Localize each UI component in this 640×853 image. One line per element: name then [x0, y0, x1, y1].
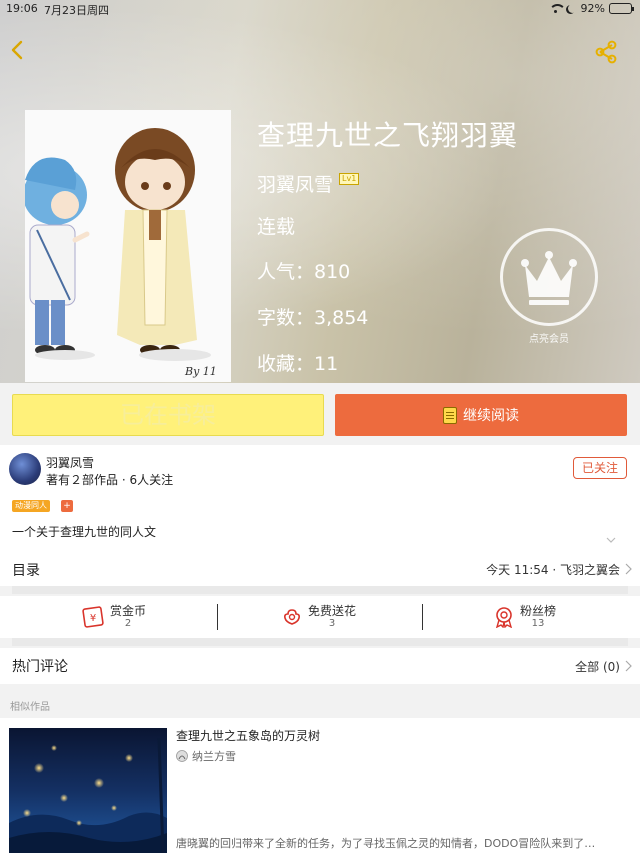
book-icon	[443, 406, 457, 424]
fan-ranking-button[interactable]: 粉丝榜 13	[494, 596, 556, 638]
add-tag-button[interactable]: +	[61, 500, 73, 512]
stat-divider	[217, 604, 218, 630]
book-status: 连载	[257, 216, 296, 238]
moon-icon	[568, 4, 577, 13]
followed-button[interactable]: 已关注	[573, 457, 627, 479]
similar-work-author: 纳兰方雪	[192, 750, 236, 763]
stat-label: 免费送花	[308, 604, 357, 618]
book-favorites: 收藏：11	[257, 353, 339, 375]
book-header: 19:06 7月23日周四 92% By 11 查理九世之飞翔羽翼 羽翼凤雪 L…	[0, 0, 640, 383]
back-button[interactable]	[6, 38, 30, 62]
similar-work-description: 唐晓翼的回归带来了全新的任务，为了寻找玉佩之灵的知情者，DODO冒险队来到了…	[176, 837, 596, 850]
similar-work-title: 查理九世之五象岛的万灵树	[176, 729, 321, 743]
status-right: 92%	[548, 2, 634, 15]
continue-reading-button[interactable]: 继续阅读	[335, 394, 627, 436]
medal-icon	[495, 607, 513, 628]
stat-count: 13	[531, 618, 545, 629]
similar-work-author-row: 纳兰方雪	[176, 748, 236, 764]
share-button[interactable]	[594, 40, 618, 64]
cover-illustration	[25, 110, 231, 382]
stats-row: ¥ 赏金币 2 免费送花 3 粉丝榜 13	[0, 596, 640, 638]
hot-comments-label: 热门评论	[12, 659, 68, 675]
chevron-right-icon	[625, 660, 632, 672]
book-word-count: 字数：3,854	[257, 307, 369, 329]
similar-works-heading: 相似作品	[10, 702, 50, 713]
continue-reading-label: 继续阅读	[463, 408, 519, 424]
battery-icon	[609, 3, 634, 14]
similar-work-item[interactable]: 查理九世之五象岛的万灵树 纳兰方雪 唐晓翼的回归带来了全新的任务，为了寻找玉佩之…	[0, 718, 640, 853]
chevron-right-icon	[625, 563, 632, 575]
svg-text:¥: ¥	[90, 613, 96, 624]
category-tag[interactable]: 动漫同人	[12, 500, 50, 512]
in-bookshelf-button[interactable]: 已在书架	[12, 394, 324, 436]
author-name[interactable]: 羽翼凤雪	[46, 454, 94, 471]
red-envelope-icon: ¥	[82, 606, 104, 628]
section-divider	[12, 638, 628, 646]
author-icon	[176, 750, 188, 762]
reward-coins-button[interactable]: ¥ 赏金币 2	[82, 596, 146, 638]
wifi-icon	[548, 3, 566, 14]
book-author-row[interactable]: 羽翼凤雪 Lv1	[257, 170, 360, 197]
hot-comments-row[interactable]: 热门评论 全部 (0)	[0, 648, 640, 684]
book-author[interactable]: 羽翼凤雪	[257, 170, 333, 197]
flower-icon	[284, 609, 300, 625]
author-stats: 著有２部作品 · 6人关注	[46, 473, 174, 487]
section-divider	[12, 586, 628, 594]
catalog-label: 目录	[12, 563, 40, 579]
cover-signature: By 11	[185, 365, 217, 378]
similar-work-cover[interactable]	[9, 728, 167, 853]
avatar[interactable]	[9, 453, 41, 485]
vip-badge[interactable]	[500, 228, 598, 326]
chevron-down-icon[interactable]	[606, 535, 616, 545]
status-time: 19:06	[6, 2, 38, 15]
stat-count: 3	[328, 618, 336, 629]
send-flower-button[interactable]: 免费送花 3	[282, 596, 356, 638]
status-date: 7月23日周四	[44, 4, 109, 17]
battery-percent: 92%	[580, 2, 605, 15]
vip-badge-label: 点亮会员	[529, 334, 569, 345]
chevron-left-icon	[11, 40, 23, 60]
author-level-badge: Lv1	[339, 172, 360, 185]
stat-label: 粉丝榜	[520, 604, 557, 618]
catalog-row[interactable]: 目录 今天 11:54 · 飞羽之翼会	[0, 552, 640, 586]
cover-illustration	[9, 737, 167, 853]
book-synopsis: 一个关于查理九世的同人文	[12, 525, 157, 539]
share-icon	[595, 40, 617, 64]
book-title: 查理九世之飞翔羽翼	[257, 119, 519, 152]
book-cover[interactable]: By 11	[25, 110, 231, 382]
status-bar: 19:06 7月23日周四 92%	[0, 0, 640, 18]
book-popularity: 人气：810	[257, 261, 351, 283]
stat-divider	[422, 604, 423, 630]
stat-label: 赏金币	[110, 604, 147, 618]
latest-chapter: 今天 11:54 · 飞羽之翼会	[486, 563, 620, 577]
stat-count: 2	[124, 618, 132, 629]
all-comments-link[interactable]: 全部 (0)	[575, 658, 620, 675]
crown-icon	[521, 251, 577, 305]
